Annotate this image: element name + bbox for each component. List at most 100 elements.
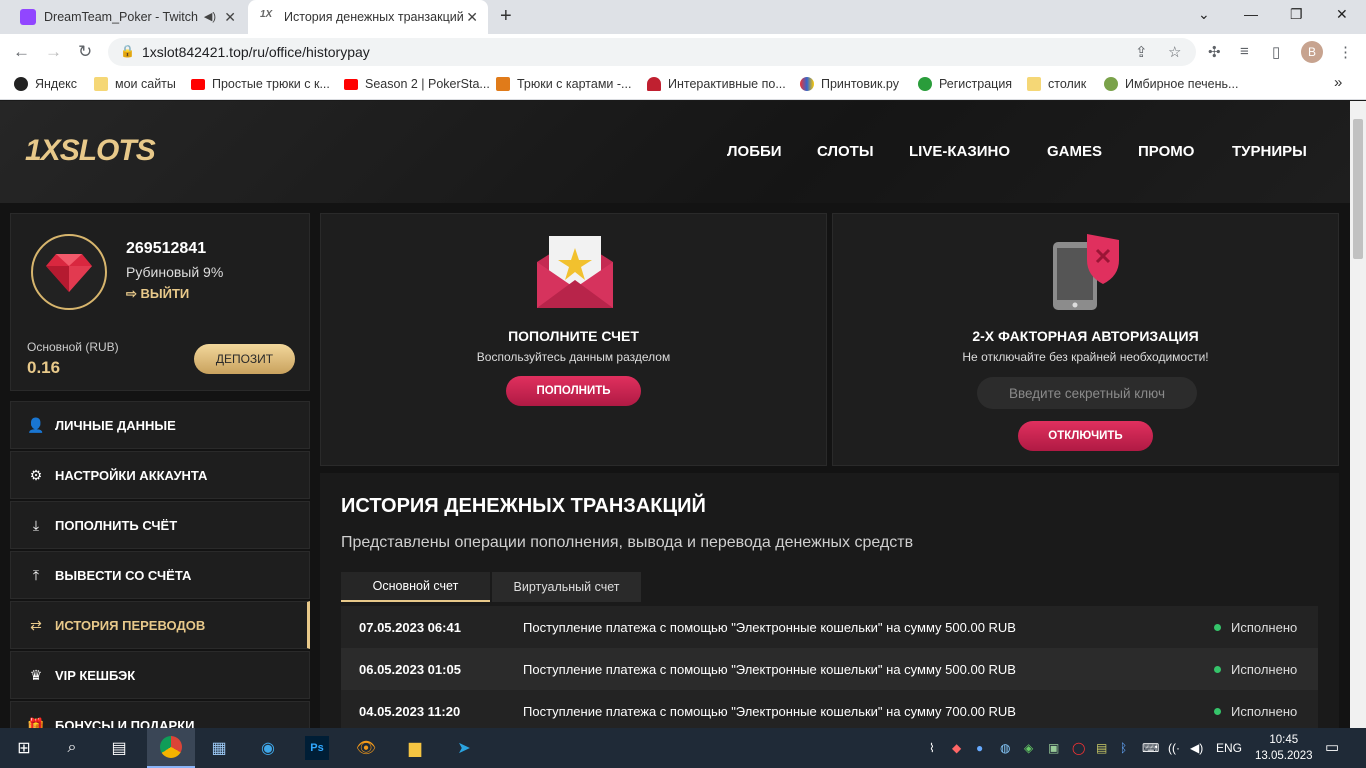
- close-tab-icon[interactable]: ✕: [466, 9, 478, 26]
- clock-date: 13.05.2023: [1255, 750, 1313, 762]
- bookmark-item[interactable]: Регистрация: [918, 77, 1012, 91]
- bookmark-item[interactable]: мои сайты: [94, 77, 176, 91]
- site-header: 1XSLOTS ЛОББИ СЛОТЫ LIVE-КАЗИНО GAMES ПР…: [0, 101, 1350, 203]
- volume-icon[interactable]: ◀): [1190, 741, 1203, 755]
- tab-history[interactable]: 1X История денежных транзакций ✕: [248, 0, 488, 34]
- reload-icon[interactable]: ↻: [78, 42, 92, 62]
- menu-account-settings[interactable]: ⚙ НАСТРОЙКИ АККАУНТА: [10, 451, 310, 499]
- file-explorer-icon[interactable]: ▆: [403, 736, 427, 760]
- account-balance: 0.16: [27, 358, 61, 377]
- tray-icon[interactable]: ⌨: [1142, 741, 1159, 755]
- tab-twitch[interactable]: DreamTeam_Poker - Twitch ◀) ✕: [8, 0, 246, 34]
- search-icon[interactable]: ⌕: [60, 736, 84, 760]
- tray-icon[interactable]: ▣: [1048, 741, 1059, 755]
- tab-title: История денежных транзакций: [284, 10, 464, 24]
- more-bookmarks-button[interactable]: »: [1334, 74, 1342, 91]
- lock-icon[interactable]: 🔒: [120, 44, 135, 58]
- nav-live-casino[interactable]: LIVE-КАЗИНО: [909, 143, 1010, 160]
- windows-taskbar: ⊞ ⌕ ▤ ▦ ◉ Ps 👁 ▆ ➤ ⌇ ◆ ● ◍ ◈ ▣ ◯ ▤ ᛒ ⌨ (…: [0, 728, 1366, 768]
- profile-avatar[interactable]: B: [1301, 41, 1323, 63]
- calculator-icon[interactable]: ▦: [207, 736, 231, 760]
- logout-link[interactable]: ⇨ ВЫЙТИ: [126, 286, 189, 302]
- photoshop-icon[interactable]: Ps: [305, 736, 329, 760]
- transaction-status: Исполнено: [1214, 662, 1297, 677]
- status-dot-icon: [1214, 665, 1221, 673]
- nav-tournaments[interactable]: ТУРНИРЫ: [1232, 143, 1307, 160]
- speaker-icon[interactable]: ◀): [204, 10, 216, 23]
- viewer-icon[interactable]: 👁: [354, 736, 378, 760]
- windows-start-icon[interactable]: ⊞: [12, 736, 36, 760]
- close-tab-icon[interactable]: ✕: [224, 9, 236, 26]
- forward-icon[interactable]: →: [45, 42, 62, 62]
- scrollbar-thumb[interactable]: [1353, 119, 1363, 259]
- tray-icon[interactable]: ◈: [1024, 741, 1033, 755]
- notifications-icon[interactable]: ▭: [1325, 738, 1339, 756]
- side-panel-icon[interactable]: ▯: [1272, 43, 1280, 61]
- bookmarks-bar: Яндекс мои сайты Простые трюки с к... Se…: [0, 70, 1366, 100]
- tray-icon[interactable]: ▤: [1096, 741, 1107, 755]
- nav-lobby[interactable]: ЛОББИ: [727, 143, 782, 160]
- url-text: 1xslot842421.top/ru/office/historypay: [142, 44, 370, 60]
- menu-deposit[interactable]: ⤓ ПОПОЛНИТЬ СЧЁТ: [10, 501, 310, 549]
- tray-icon[interactable]: ◆: [952, 741, 961, 755]
- twofa-title: 2-Х ФАКТОРНАЯ АВТОРИЗАЦИЯ: [972, 328, 1199, 344]
- crown-icon: ♛: [29, 666, 43, 683]
- nav-games[interactable]: GAMES: [1047, 143, 1102, 160]
- share-icon[interactable]: ⇪: [1135, 43, 1148, 61]
- page-scrollbar[interactable]: [1350, 101, 1366, 728]
- menu-vip-cashback[interactable]: ♛ VIP КЕШБЭК: [10, 651, 310, 699]
- envelope-star-icon: [537, 236, 613, 308]
- telegram-icon[interactable]: ➤: [452, 736, 476, 760]
- site-logo[interactable]: 1XSLOTS: [25, 134, 156, 168]
- tray-icon[interactable]: ◯: [1072, 741, 1085, 755]
- menu-transfer-history[interactable]: ⇄ ИСТОРИЯ ПЕРЕВОДОВ: [10, 601, 310, 649]
- back-icon[interactable]: ←: [13, 42, 30, 62]
- site-viewport: 1XSLOTS ЛОББИ СЛОТЫ LIVE-КАЗИНО GAMES ПР…: [0, 101, 1350, 728]
- nav-slots[interactable]: СЛОТЫ: [817, 143, 874, 160]
- nav-promo[interactable]: ПРОМО: [1138, 143, 1194, 160]
- tray-icon[interactable]: ⌇: [929, 741, 935, 755]
- maximize-icon[interactable]: ❐: [1290, 6, 1303, 23]
- bookmark-star-icon[interactable]: ☆: [1168, 43, 1181, 61]
- profile-card: 269512841 Рубиновый 9% ⇨ ВЫЙТИ Основной …: [10, 213, 310, 391]
- chrome-taskbar-icon[interactable]: [147, 728, 195, 768]
- disable-2fa-button[interactable]: ОТКЛЮЧИТЬ: [1018, 421, 1153, 451]
- page-description: Представлены операции пополнения, вывода…: [341, 534, 914, 551]
- vip-level: Рубиновый 9%: [126, 264, 224, 280]
- tab-search-icon[interactable]: ⌄: [1198, 6, 1210, 23]
- bookmark-item[interactable]: Трюки с картами -...: [496, 77, 631, 91]
- menu-personal-data[interactable]: 👤 ЛИЧНЫЕ ДАННЫЕ: [10, 401, 310, 449]
- bookmark-item[interactable]: Имбирное печень...: [1104, 77, 1238, 91]
- extensions-icon[interactable]: ✣: [1208, 43, 1221, 61]
- address-bar[interactable]: 🔒 1xslot842421.top/ru/office/historypay: [108, 38, 1196, 66]
- system-clock[interactable]: 10:45 13.05.2023: [1255, 732, 1313, 764]
- language-indicator[interactable]: ENG: [1216, 741, 1242, 755]
- bookmark-item[interactable]: Интерактивные по...: [647, 77, 786, 91]
- network-icon[interactable]: ((·: [1168, 741, 1180, 755]
- edge-icon[interactable]: ◉: [256, 736, 280, 760]
- top-up-button[interactable]: ПОПОЛНИТЬ: [506, 376, 641, 406]
- tray-icon[interactable]: ◍: [1000, 741, 1010, 755]
- menu-bonuses[interactable]: 🎁 БОНУСЫ И ПОДАРКИ: [10, 701, 310, 728]
- transaction-status: Исполнено: [1214, 620, 1297, 635]
- tab-virtual-account[interactable]: Виртуальный счет: [492, 572, 641, 602]
- task-view-icon[interactable]: ▤: [107, 736, 131, 760]
- deposit-button[interactable]: ДЕПОЗИТ: [194, 344, 295, 374]
- menu-icon[interactable]: ⋮: [1338, 43, 1353, 61]
- gears-icon: ⚙: [29, 466, 43, 483]
- tab-main-account[interactable]: Основной счет: [341, 572, 490, 602]
- close-window-icon[interactable]: ✕: [1336, 6, 1348, 23]
- minimize-icon[interactable]: —: [1244, 6, 1258, 22]
- bookmark-item[interactable]: Яндекс: [14, 77, 77, 91]
- new-tab-button[interactable]: +: [500, 5, 512, 28]
- bookmark-item[interactable]: Принтовик.ру: [800, 77, 899, 91]
- bookmark-item[interactable]: Season 2 | PokerSta...: [344, 77, 490, 91]
- bookmark-item[interactable]: Простые трюки с к...: [191, 77, 330, 91]
- tray-icon[interactable]: ●: [976, 741, 983, 755]
- bookmark-item[interactable]: столик: [1027, 77, 1086, 91]
- menu-withdraw[interactable]: ⤒ ВЫВЕСТИ СО СЧЁТА: [10, 551, 310, 599]
- tab-title: DreamTeam_Poker - Twitch: [44, 10, 198, 24]
- secret-key-input[interactable]: [977, 377, 1197, 409]
- media-icon[interactable]: ≡: [1240, 43, 1249, 60]
- bluetooth-icon[interactable]: ᛒ: [1120, 741, 1127, 755]
